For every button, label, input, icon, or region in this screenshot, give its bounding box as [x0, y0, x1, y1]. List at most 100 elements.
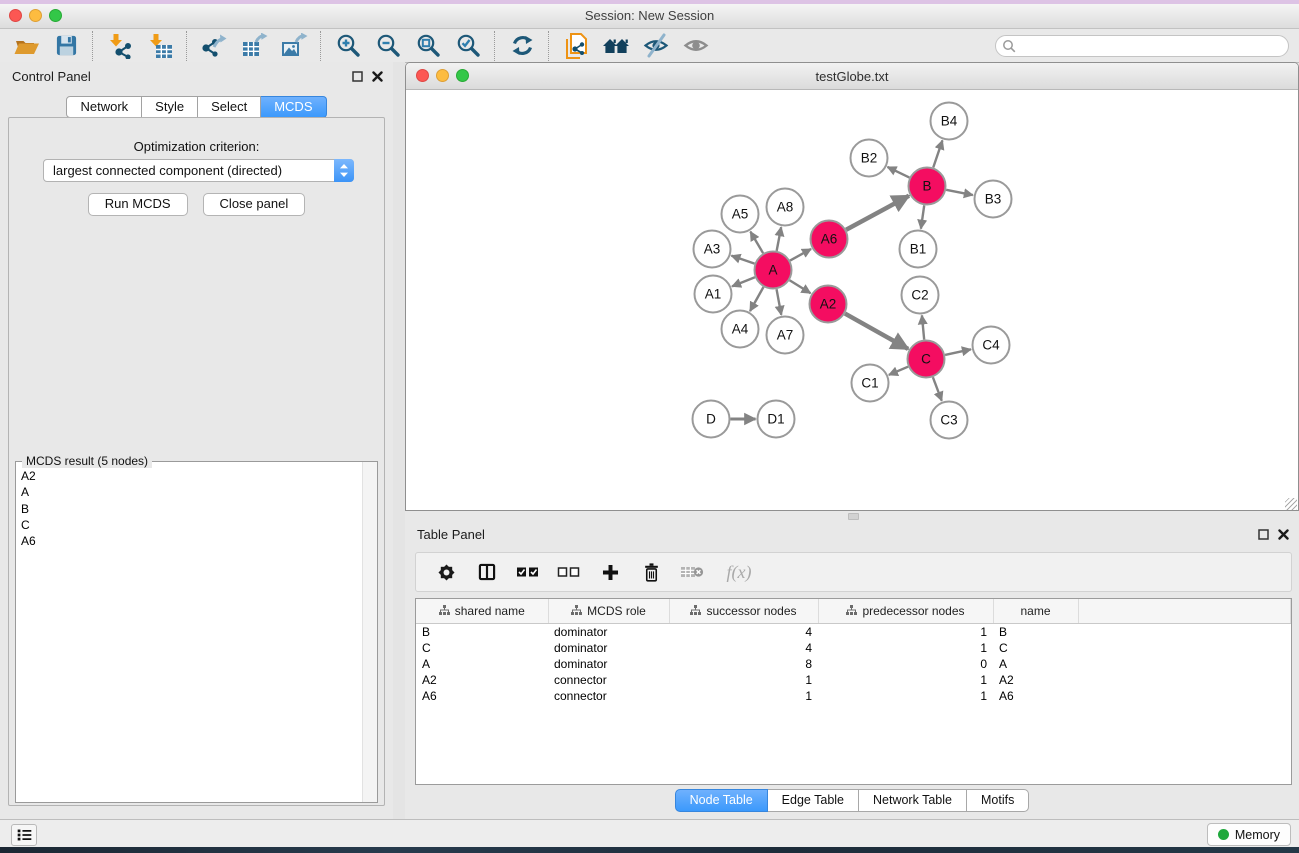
cell-successor-nodes[interactable]: 4 — [669, 640, 818, 656]
delete-column-button[interactable] — [639, 560, 663, 584]
edge-A-A7[interactable] — [777, 289, 782, 315]
column-header-shared-name[interactable]: shared name — [416, 599, 548, 624]
panel-splitter-horizontal[interactable] — [405, 511, 1299, 520]
open-session-button[interactable] — [11, 32, 41, 60]
node-C1[interactable]: C1 — [852, 365, 889, 402]
cell-MCDS-role[interactable]: connector — [548, 688, 669, 704]
tab-mcds[interactable]: MCDS — [261, 96, 326, 118]
cell-MCDS-role[interactable]: dominator — [548, 624, 669, 641]
node-A6[interactable]: A6 — [811, 221, 848, 258]
close-panel-button[interactable]: Close panel — [203, 193, 306, 216]
node-B3[interactable]: B3 — [975, 181, 1012, 218]
cell-shared-name[interactable]: C — [416, 640, 548, 656]
edge-A-A4[interactable] — [750, 287, 763, 311]
tab-node-table[interactable]: Node Table — [675, 789, 768, 812]
cell-name[interactable]: B — [993, 624, 1078, 641]
new-network-from-selection-button[interactable] — [561, 32, 591, 60]
cell-shared-name[interactable]: B — [416, 624, 548, 641]
node-A7[interactable]: A7 — [767, 317, 804, 354]
panel-splitter-vertical[interactable] — [393, 62, 405, 820]
edge-A-A6[interactable] — [790, 249, 811, 261]
edge-A-A3[interactable] — [731, 256, 754, 264]
cell-name[interactable]: A6 — [993, 688, 1078, 704]
node-C[interactable]: C — [908, 341, 945, 378]
float-panel-icon[interactable] — [1258, 529, 1269, 540]
zoom-in-button[interactable] — [333, 32, 363, 60]
node-B2[interactable]: B2 — [851, 140, 888, 177]
edge-B-B3[interactable] — [946, 190, 973, 195]
cell-predecessor-nodes[interactable]: 0 — [818, 656, 993, 672]
column-header-MCDS-role[interactable]: MCDS role — [548, 599, 669, 624]
cell-successor-nodes[interactable]: 4 — [669, 624, 818, 641]
optimization-criterion-select[interactable]: largest connected component (directed) — [43, 159, 354, 182]
import-table-button[interactable] — [145, 32, 175, 60]
edge-A-A8[interactable] — [777, 227, 782, 251]
zoom-selected-button[interactable] — [453, 32, 483, 60]
show-all-button[interactable] — [681, 32, 711, 60]
mcds-result-item[interactable]: A2 — [21, 468, 362, 484]
node-A8[interactable]: A8 — [767, 189, 804, 226]
column-header-name[interactable]: name — [993, 599, 1078, 624]
deselect-all-columns-button[interactable] — [557, 560, 581, 584]
table-options-button[interactable] — [434, 560, 458, 584]
edge-C-C3[interactable] — [933, 377, 942, 401]
close-panel-icon[interactable] — [372, 71, 383, 82]
cell-successor-nodes[interactable]: 8 — [669, 656, 818, 672]
edge-A2-C[interactable] — [845, 314, 908, 349]
edge-A-A1[interactable] — [732, 277, 755, 286]
memory-button[interactable]: Memory — [1207, 823, 1291, 846]
create-column-button[interactable] — [598, 560, 622, 584]
edge-C-C1[interactable] — [889, 367, 908, 375]
tab-network-table[interactable]: Network Table — [859, 789, 967, 812]
zoom-fit-button[interactable] — [413, 32, 443, 60]
hide-selected-button[interactable] — [641, 32, 671, 60]
cell-shared-name[interactable]: A2 — [416, 672, 548, 688]
export-image-button[interactable] — [279, 32, 309, 60]
node-B[interactable]: B — [909, 168, 946, 205]
import-network-button[interactable] — [105, 32, 135, 60]
float-panel-icon[interactable] — [352, 71, 363, 82]
node-B1[interactable]: B1 — [900, 231, 937, 268]
cell-shared-name[interactable]: A — [416, 656, 548, 672]
node-A3[interactable]: A3 — [694, 231, 731, 268]
cell-predecessor-nodes[interactable]: 1 — [818, 688, 993, 704]
mcds-result-item[interactable]: A6 — [21, 533, 362, 549]
column-header-successor-nodes[interactable]: successor nodes — [669, 599, 818, 624]
delete-table-button[interactable] — [680, 560, 704, 584]
tab-edge-table[interactable]: Edge Table — [768, 789, 859, 812]
cell-name[interactable]: A2 — [993, 672, 1078, 688]
edge-B-B2[interactable] — [887, 167, 909, 178]
node-C2[interactable]: C2 — [902, 277, 939, 314]
edge-C-C2[interactable] — [922, 315, 924, 339]
cell-MCDS-role[interactable]: dominator — [548, 656, 669, 672]
cell-shared-name[interactable]: A6 — [416, 688, 548, 704]
export-table-button[interactable] — [239, 32, 269, 60]
cell-MCDS-role[interactable]: dominator — [548, 640, 669, 656]
window-resize-grip[interactable] — [1285, 498, 1297, 510]
mcds-result-item[interactable]: B — [21, 501, 362, 517]
node-A1[interactable]: A1 — [695, 276, 732, 313]
apply-layout-button[interactable] — [507, 32, 537, 60]
select-all-columns-button[interactable] — [516, 560, 540, 584]
network-canvas[interactable]: AA1A2A3A4A5A6A7A8BB1B2B3B4CC1C2C3C4DD1 — [406, 90, 1298, 511]
close-panel-icon[interactable] — [1278, 529, 1289, 540]
export-network-button[interactable] — [199, 32, 229, 60]
tab-select[interactable]: Select — [198, 96, 261, 118]
node-A5[interactable]: A5 — [722, 196, 759, 233]
search-input[interactable] — [1016, 36, 1282, 56]
edge-A-A2[interactable] — [790, 280, 811, 293]
apply-function-button[interactable]: f(x) — [721, 560, 757, 584]
node-D[interactable]: D — [693, 401, 730, 438]
task-history-button[interactable] — [11, 824, 37, 846]
node-B4[interactable]: B4 — [931, 103, 968, 140]
mcds-result-item[interactable]: C — [21, 517, 362, 533]
run-mcds-button[interactable]: Run MCDS — [88, 193, 188, 216]
edge-B-B1[interactable] — [921, 205, 924, 228]
tab-motifs[interactable]: Motifs — [967, 789, 1029, 812]
search-box[interactable] — [995, 35, 1289, 57]
node-C4[interactable]: C4 — [973, 327, 1010, 364]
show-column-button[interactable] — [475, 560, 499, 584]
cell-name[interactable]: C — [993, 640, 1078, 656]
node-C3[interactable]: C3 — [931, 402, 968, 439]
edge-A-A5[interactable] — [750, 232, 763, 254]
